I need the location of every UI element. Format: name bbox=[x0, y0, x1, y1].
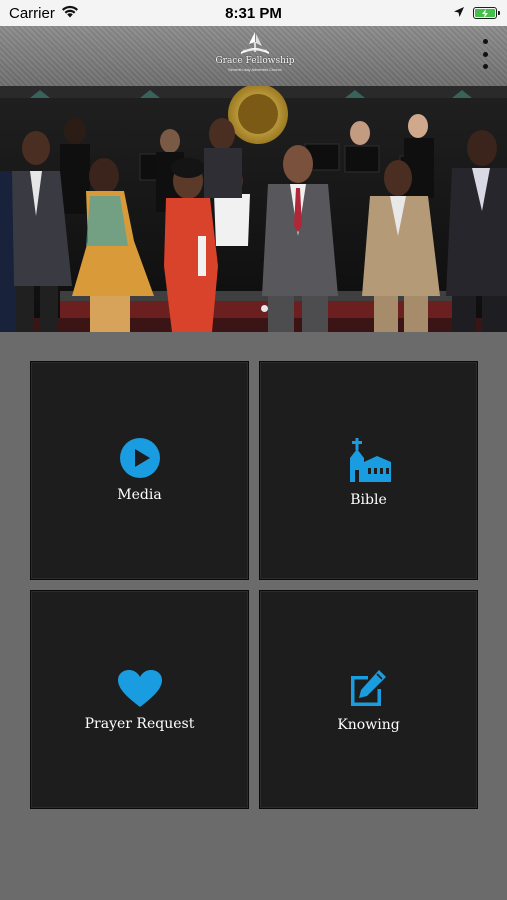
status-bar: Carrier 8:31 PM bbox=[0, 0, 507, 26]
knowing-tile[interactable]: Knowing bbox=[259, 590, 478, 809]
media-tile[interactable]: Media bbox=[30, 361, 249, 580]
wifi-icon bbox=[61, 5, 79, 22]
bible-label: Bible bbox=[350, 492, 387, 508]
church-icon bbox=[347, 436, 391, 487]
knowing-label: Knowing bbox=[337, 717, 400, 733]
carrier-label: Carrier bbox=[9, 4, 55, 22]
heart-icon bbox=[117, 669, 163, 714]
status-left: Carrier bbox=[0, 5, 79, 22]
logo-text: Grace Fellowship bbox=[215, 56, 295, 66]
church-choir-photo bbox=[0, 86, 507, 332]
logo-emblem-icon bbox=[241, 32, 269, 54]
media-label: Media bbox=[117, 487, 162, 503]
location-arrow-icon bbox=[453, 5, 465, 22]
prayer-request-tile[interactable]: Prayer Request bbox=[30, 590, 249, 809]
church-logo[interactable]: Grace Fellowship Seventh-day Adventist C… bbox=[215, 30, 295, 78]
prayer-request-label: Prayer Request bbox=[84, 716, 195, 732]
hero-carousel[interactable] bbox=[0, 86, 507, 332]
status-right bbox=[453, 5, 507, 22]
battery-icon bbox=[473, 7, 500, 19]
carousel-dot-1[interactable] bbox=[261, 305, 268, 312]
bible-tile[interactable]: Bible bbox=[259, 361, 478, 580]
more-vertical-icon[interactable] bbox=[479, 39, 491, 69]
play-circle-icon bbox=[119, 438, 160, 483]
edit-icon bbox=[348, 667, 390, 714]
app-header: Grace Fellowship Seventh-day Adventist C… bbox=[0, 26, 507, 88]
logo-subtext: Seventh-day Adventist Church bbox=[228, 67, 282, 72]
